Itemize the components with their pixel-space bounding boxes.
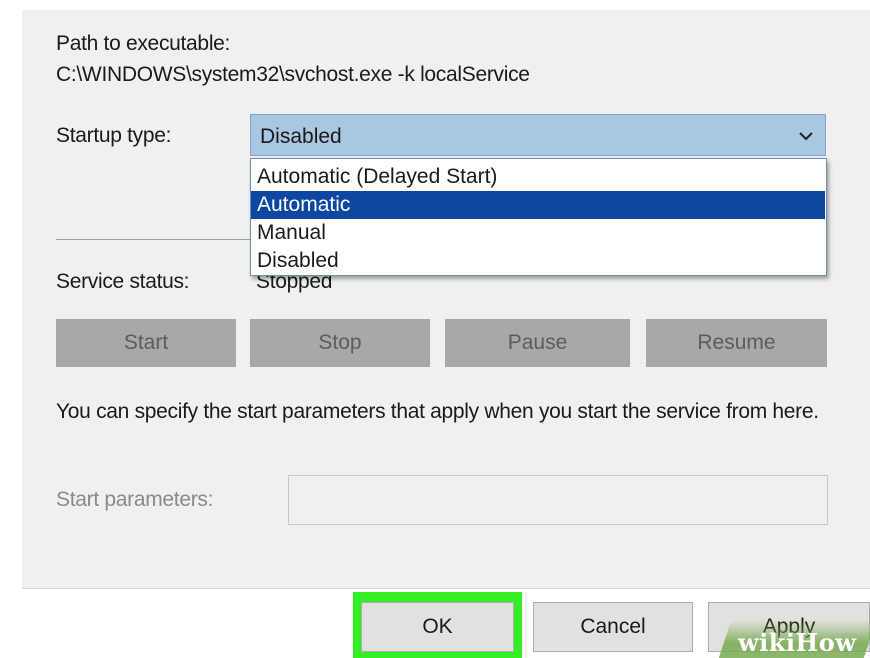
startup-type-label: Startup type: [56,124,172,147]
start-parameters-label: Start parameters: [56,488,214,511]
path-label: Path to executable: [56,32,231,55]
option-disabled[interactable]: Disabled [251,247,825,275]
startup-type-dropdown[interactable]: Disabled [250,114,826,156]
ok-button[interactable]: OK [361,602,514,652]
path-value: C:\WINDOWS\system32\svchost.exe -k local… [56,63,530,86]
option-automatic[interactable]: Automatic [251,191,825,219]
section-divider [56,239,250,240]
option-automatic-delayed[interactable]: Automatic (Delayed Start) [251,163,825,191]
startup-type-selected: Disabled [260,125,342,148]
params-description: You can specify the start parameters tha… [56,400,819,423]
cancel-button[interactable]: Cancel [533,602,693,652]
chevron-down-icon [799,132,813,141]
startup-type-listbox[interactable]: Automatic (Delayed Start) Automatic Manu… [250,158,827,276]
stop-button[interactable]: Stop [250,319,430,367]
option-manual[interactable]: Manual [251,219,825,247]
start-button[interactable]: Start [56,319,236,367]
resume-button[interactable]: Resume [646,319,827,367]
service-status-label: Service status: [56,270,190,293]
pause-button[interactable]: Pause [445,319,630,367]
start-parameters-input[interactable] [288,475,828,525]
watermark-logo: wikiHow [738,628,857,657]
